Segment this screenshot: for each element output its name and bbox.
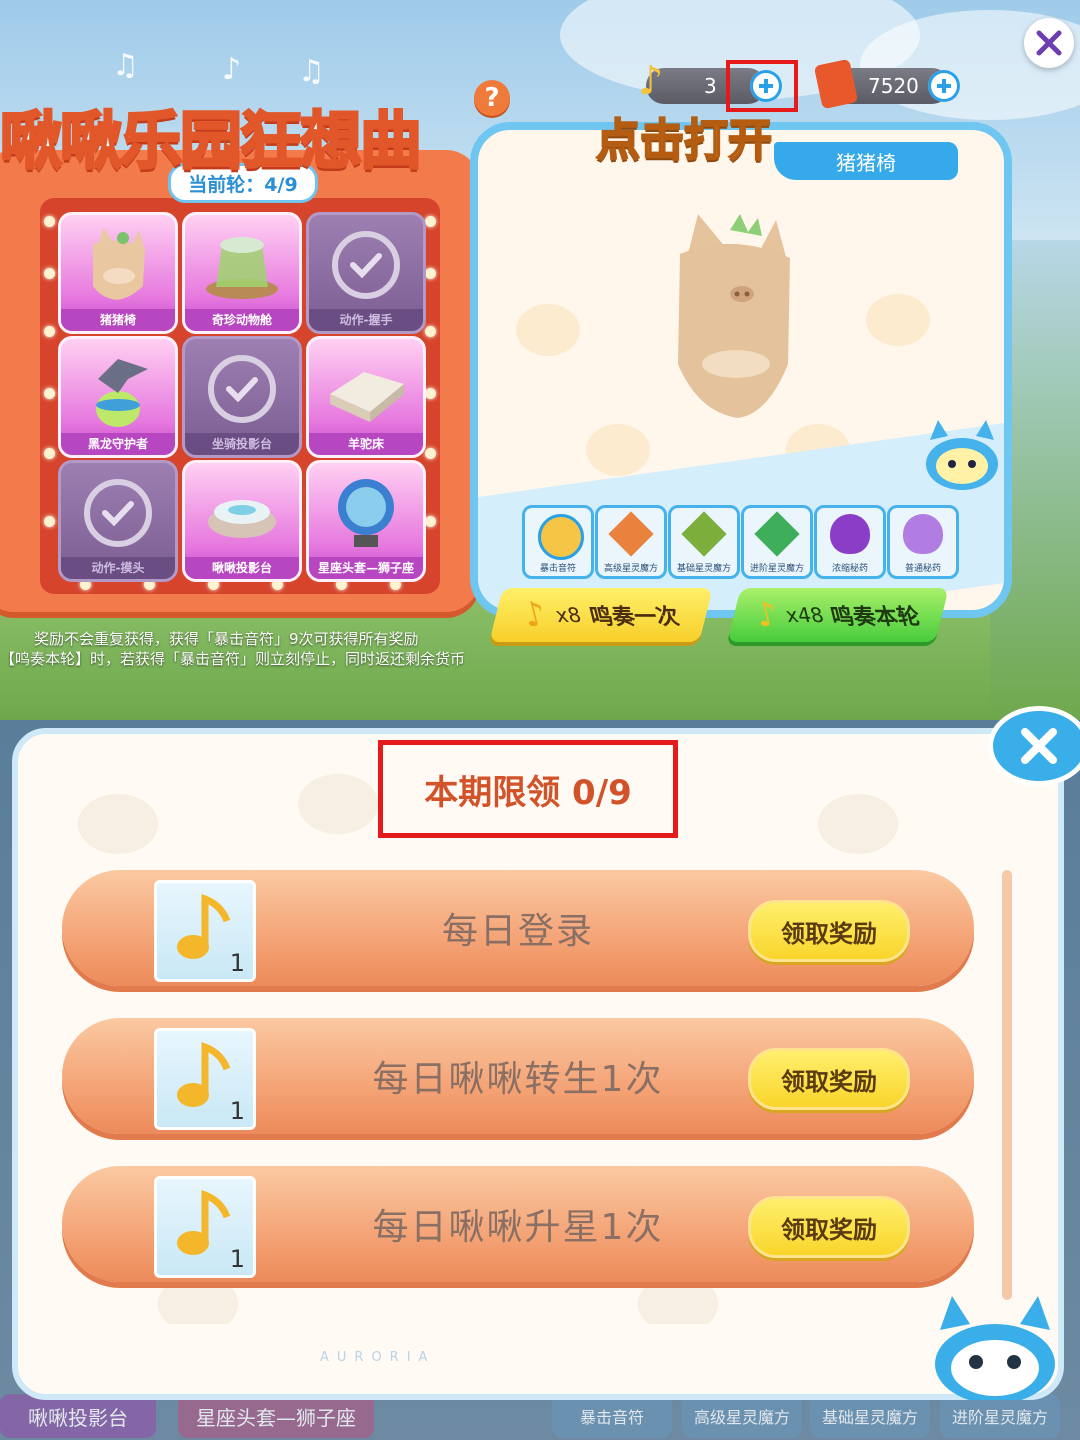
task-list-scrollbar[interactable] (1002, 870, 1012, 1300)
reward-cell-label: 动作-摸头 (61, 557, 175, 579)
dialog-close-button[interactable] (988, 706, 1080, 786)
leo-helmet-icon (338, 479, 394, 547)
purple-potion-icon (830, 514, 870, 554)
claim-limit-counter: 本期限领 0/9 (378, 740, 678, 838)
advanced-cube-icon (608, 511, 654, 557)
claim-reward-button[interactable]: 领取奖励 (748, 900, 910, 962)
reward-cell-label: 羊驼床 (309, 433, 423, 455)
close-icon (1036, 30, 1062, 56)
claim-reward-button[interactable]: 领取奖励 (748, 1048, 910, 1110)
preview-item-name: 猪猪椅 (774, 142, 958, 180)
basic-cube-icon (681, 511, 727, 557)
reward-cell-label: 猪猪椅 (61, 309, 175, 331)
reward-grid-board: 猪猪椅 奇珍动物舱 动作-握手 黑龙守护者 坐骑投影台 羊驼床 动作-摸头 啾啾… (40, 198, 440, 594)
rule-text-2: 【鸣奏本轮】时，若获得「暴击音符」则立刻停止，同时返还剩余货币 (0, 650, 466, 668)
music-note-icon: ♪ (751, 595, 784, 635)
reward-cell-animal-pod[interactable]: 奇珍动物舱 (182, 212, 302, 334)
tap-to-open-hint: 点击打开 (595, 114, 773, 167)
projector-icon (208, 500, 276, 538)
music-note-icon: ♫ (112, 48, 139, 83)
close-button[interactable] (1024, 18, 1074, 68)
reward-cell-label: 星座头套—狮子座 (309, 557, 423, 579)
bg-tag: 基础星灵魔方 (810, 1394, 930, 1438)
claimed-check-icon (332, 231, 400, 299)
claimed-check-icon (84, 479, 152, 547)
animal-pod-icon (206, 237, 278, 299)
add-tickets-button[interactable] (928, 70, 960, 102)
claimed-check-icon (208, 355, 276, 423)
reward-item-advanced-cube[interactable]: 高级星灵魔方 (595, 505, 667, 579)
reward-item-concentrated-potion[interactable]: 浓缩秘药 (814, 505, 886, 579)
reward-cell-label: 奇珍动物舱 (185, 309, 299, 331)
note-currency-count: 3 (704, 74, 717, 98)
reward-cell-label: 坐骑投影台 (185, 433, 299, 455)
event-title: 啾啾乐园狂想曲 (0, 103, 424, 179)
task-row-daily-rebirth: 1 每日啾啾转生1次 领取奖励 (62, 1018, 974, 1134)
reward-cell-label: 动作-握手 (309, 309, 423, 331)
reward-item-crit-note[interactable]: 暴击音符 (522, 505, 594, 579)
claim-reward-button[interactable]: 领取奖励 (748, 1196, 910, 1258)
reward-cell-alpaca-bed[interactable]: 羊驼床 (306, 336, 426, 458)
reward-cell-jiujiu-projector[interactable]: 啾啾投影台 (182, 460, 302, 582)
reward-cell-emote-handshake[interactable]: 动作-握手 (306, 212, 426, 334)
bg-tag: 星座头套—狮子座 (178, 1394, 374, 1438)
reward-cell-label: 黑龙守护者 (61, 433, 175, 455)
brand-watermark: AURORIA (320, 1350, 436, 1365)
music-note-icon: ♫ (298, 54, 325, 89)
lavender-potion-icon (903, 514, 943, 554)
dragon-egg-icon (96, 359, 148, 427)
help-button[interactable]: ? (474, 80, 510, 116)
play-round-button[interactable]: ♪ x48 鸣奏本轮 (727, 588, 949, 642)
pig-chair-preview-image (678, 214, 790, 418)
bg-tag: 暴击音符 (552, 1394, 672, 1438)
add-notes-button[interactable] (750, 70, 782, 102)
reward-cell-black-dragon[interactable]: 黑龙守护者 (58, 336, 178, 458)
music-note-icon: ♪ (518, 595, 551, 635)
mascot-peek-icon (926, 420, 998, 490)
close-icon (1021, 728, 1057, 764)
reward-item-basic-cube[interactable]: 基础星灵魔方 (668, 505, 740, 579)
reward-cell-emote-pat[interactable]: 动作-摸头 (58, 460, 178, 582)
task-row-daily-star-up: 1 每日啾啾升星1次 领取奖励 (62, 1166, 974, 1282)
reward-cell-leo-headgear[interactable]: 星座头套—狮子座 (306, 460, 426, 582)
rule-text-1: 奖励不会重复获得，获得「暴击音符」9次可获得所有奖励 (34, 630, 419, 648)
bg-tag: 高级星灵魔方 (682, 1394, 802, 1438)
reward-cell-mount-projector[interactable]: 坐骑投影台 (182, 336, 302, 458)
crit-note-icon (538, 514, 584, 560)
music-note-currency-icon: ♪ (638, 58, 664, 104)
intermediate-cube-icon (754, 511, 800, 557)
bg-tag: 啾啾投影台 (0, 1394, 156, 1438)
gacha-screen: ♫ ♪ ♫ 猪猪椅 奇珍动物舱 动作-握手 黑龙守护者 坐骑投影台 羊驼床 动作… (0, 0, 1080, 720)
bg-tag: 进阶星灵魔方 (940, 1394, 1060, 1438)
reward-cell-pig-chair[interactable]: 猪猪椅 (58, 212, 178, 334)
reward-item-common-potion[interactable]: 普通秘药 (887, 505, 959, 579)
mascot-corner-icon (935, 1296, 1055, 1400)
music-note-icon: ♪ (222, 52, 242, 87)
alpaca-bed-icon (330, 372, 404, 422)
task-row-daily-login: 1 每日登录 领取奖励 (62, 870, 974, 986)
pig-chair-icon (93, 228, 145, 300)
reward-item-intermediate-cube[interactable]: 进阶星灵魔方 (741, 505, 813, 579)
play-once-button[interactable]: ♪ x8 鸣奏一次 (489, 588, 713, 642)
reward-cell-label: 啾啾投影台 (185, 557, 299, 579)
ticket-currency-count: 7520 (868, 74, 919, 98)
